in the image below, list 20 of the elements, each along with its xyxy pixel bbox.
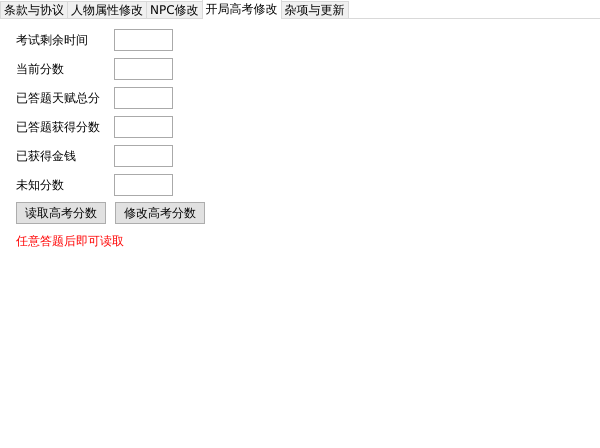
- input-field[interactable]: [114, 116, 173, 138]
- field-label: 当前分数: [16, 60, 65, 78]
- input-field[interactable]: [114, 58, 173, 80]
- action-button[interactable]: 修改高考分数: [115, 202, 205, 224]
- tab[interactable]: 开局高考修改: [202, 0, 282, 19]
- tab[interactable]: 人物属性修改: [67, 1, 147, 18]
- tab[interactable]: 杂项与更新: [280, 1, 349, 18]
- input-field[interactable]: [114, 174, 173, 196]
- hint-text: 任意答题后即可读取: [16, 233, 125, 250]
- field-label: 已答题获得分数: [16, 118, 101, 136]
- action-button[interactable]: 读取高考分数: [16, 202, 106, 224]
- tab[interactable]: NPC修改: [146, 1, 203, 18]
- input-field[interactable]: [114, 86, 173, 108]
- tab[interactable]: 条款与协议: [0, 1, 68, 18]
- field-label: 未知分数: [16, 176, 65, 194]
- field-label: 考试剩余时间: [16, 32, 89, 48]
- input-field[interactable]: [114, 144, 173, 166]
- field-label: 已答题天赋总分: [16, 90, 101, 106]
- field-label: 已获得金钱: [16, 148, 77, 164]
- input-field[interactable]: [114, 28, 173, 50]
